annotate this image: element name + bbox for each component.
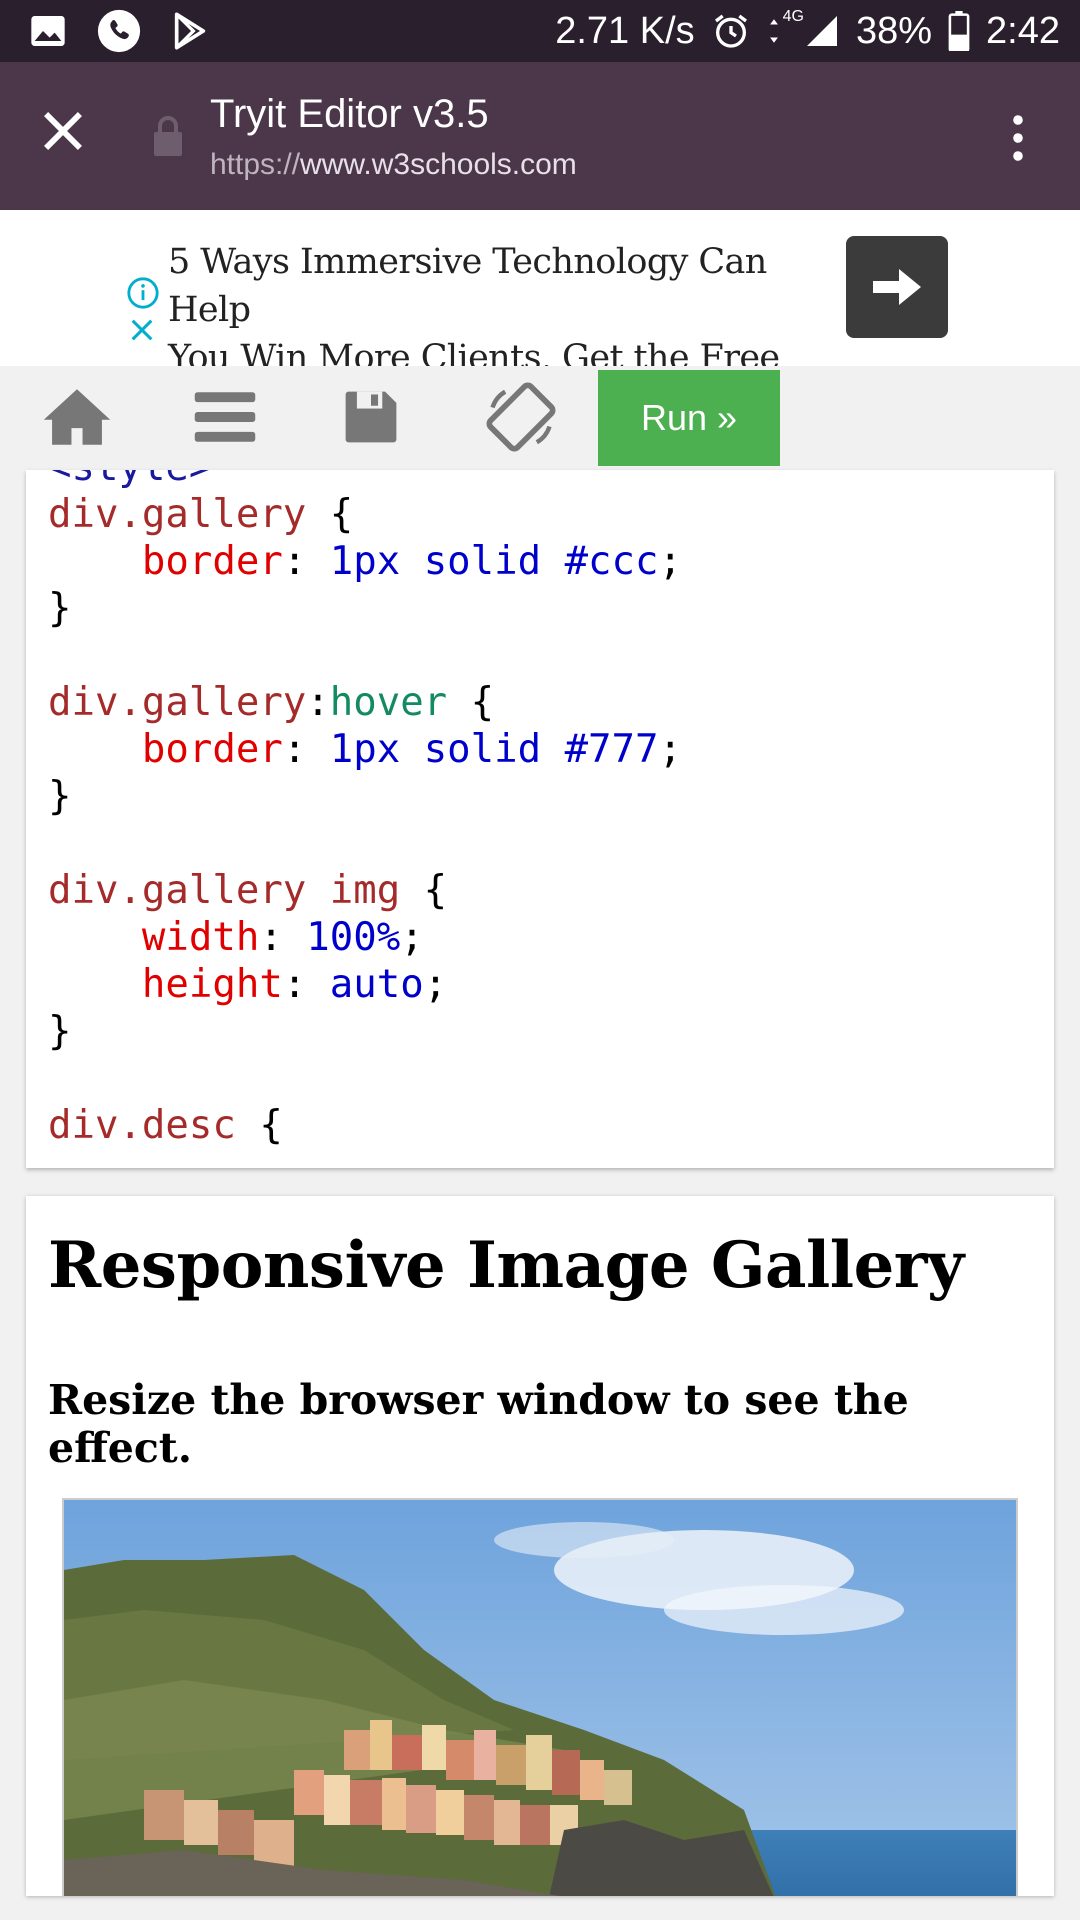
code-token: {	[400, 868, 448, 913]
code-line[interactable]	[48, 820, 682, 867]
save-button[interactable]	[332, 384, 410, 450]
code-line[interactable]: }	[48, 773, 682, 820]
code-token: border	[141, 727, 283, 772]
battery-level: 38%	[855, 9, 933, 52]
code-token: {	[447, 680, 495, 725]
code-line[interactable]: div.gallery:hover {	[48, 679, 682, 726]
result-pane: Responsive Image Gallery Resize the brow…	[26, 1196, 1054, 1896]
result-heading: Responsive Image Gallery	[48, 1228, 964, 1303]
code-token: }	[48, 1009, 72, 1054]
cinque-terre-photo	[64, 1500, 1016, 1896]
url-protocol: https://	[210, 148, 301, 181]
result-subheading: Resize the browser window to see the eff…	[48, 1376, 909, 1472]
code-line[interactable]: width: 100%;	[48, 914, 682, 961]
code-token: {	[235, 1103, 283, 1148]
code-line[interactable]: div.gallery {	[48, 491, 682, 538]
code-token: ;	[658, 727, 682, 772]
code-token: auto	[329, 962, 424, 1007]
run-button[interactable]: Run »	[598, 370, 780, 466]
network-type: 4G	[782, 8, 804, 25]
code-token: :	[282, 539, 330, 584]
code-token: :	[282, 962, 330, 1007]
status-bar: 2.71 K/s 4G 38% 2:42	[0, 0, 1080, 62]
arrow-right-icon	[873, 269, 921, 305]
code-line[interactable]: div.desc {	[48, 1102, 682, 1149]
code-line[interactable]: <style>	[48, 470, 682, 491]
code-token: div.desc	[48, 1103, 236, 1148]
network-speed: 2.71 K/s	[555, 9, 695, 52]
browser-toolbar: Tryit Editor v3.5 https://www.w3schools.…	[0, 62, 1080, 210]
more-vert-icon	[1013, 115, 1023, 161]
ad-close-icon[interactable]	[128, 316, 156, 348]
code-line[interactable]	[48, 1055, 682, 1102]
code-token: {	[306, 492, 354, 537]
close-tab-button[interactable]	[34, 102, 92, 160]
code-editor[interactable]: <style>div.gallery { border: 1px solid #…	[26, 470, 1054, 1168]
code-token: border	[141, 539, 283, 584]
editor-toolbar: Run »	[0, 366, 1080, 470]
code-token: ;	[400, 915, 424, 960]
ad-arrow-button[interactable]	[846, 236, 948, 338]
ad-text-line1: 5 Ways Immersive Technology Can Help	[168, 242, 767, 330]
save-icon	[345, 391, 397, 443]
rotate-icon	[486, 382, 556, 452]
code-token: :	[282, 727, 330, 772]
battery-icon	[948, 11, 970, 51]
url-bar[interactable]: https://www.w3schools.com	[210, 148, 577, 182]
menu-button[interactable]	[186, 384, 264, 450]
code-line[interactable]: border: 1px solid #777;	[48, 726, 682, 773]
code-token: ;	[423, 962, 448, 1007]
code-content[interactable]: <style>div.gallery { border: 1px solid #…	[48, 470, 682, 1149]
home-button[interactable]	[38, 384, 116, 450]
code-token: 100%	[306, 915, 401, 960]
home-icon	[43, 389, 111, 445]
ad-info-icon[interactable]	[126, 276, 160, 314]
code-token: div.gallery img	[48, 868, 401, 913]
overflow-menu-button[interactable]	[1000, 114, 1036, 162]
code-token: 1px solid #777	[329, 727, 659, 772]
gallery-image[interactable]	[62, 1498, 1018, 1896]
code-line[interactable]	[48, 632, 682, 679]
hamburger-icon	[194, 392, 256, 442]
code-line[interactable]: }	[48, 585, 682, 632]
url-host: www.w3schools.com	[300, 148, 577, 181]
code-line[interactable]: }	[48, 1008, 682, 1055]
rotate-button[interactable]	[482, 382, 560, 452]
code-token: ;	[658, 539, 682, 584]
play-store-icon	[170, 11, 210, 51]
code-token: :	[306, 680, 330, 725]
code-line[interactable]: height: auto;	[48, 961, 682, 1008]
code-line[interactable]: div.gallery img {	[48, 867, 682, 914]
data-arrows-icon	[769, 19, 778, 43]
phone-icon	[96, 8, 142, 54]
signal-icon: 4G	[767, 8, 840, 49]
clock: 2:42	[986, 9, 1060, 52]
ad-banner[interactable]: 5 Ways Immersive Technology Can Help You…	[0, 210, 1080, 426]
code-token: 1px solid #ccc	[329, 539, 659, 584]
code-token: width	[141, 915, 260, 960]
code-token: <style>	[48, 470, 212, 490]
image-icon	[28, 11, 68, 51]
code-token: hover	[329, 680, 448, 725]
code-token: div.gallery	[48, 680, 307, 725]
code-line[interactable]: border: 1px solid #ccc;	[48, 538, 682, 585]
code-token: }	[48, 774, 72, 819]
page-title: Tryit Editor v3.5	[210, 92, 489, 136]
close-icon	[44, 112, 82, 150]
code-token: }	[48, 586, 72, 631]
code-token: height	[141, 962, 283, 1007]
alarm-icon	[711, 11, 751, 51]
code-token: :	[259, 915, 307, 960]
code-token: div.gallery	[48, 492, 307, 537]
lock-icon	[150, 116, 186, 160]
